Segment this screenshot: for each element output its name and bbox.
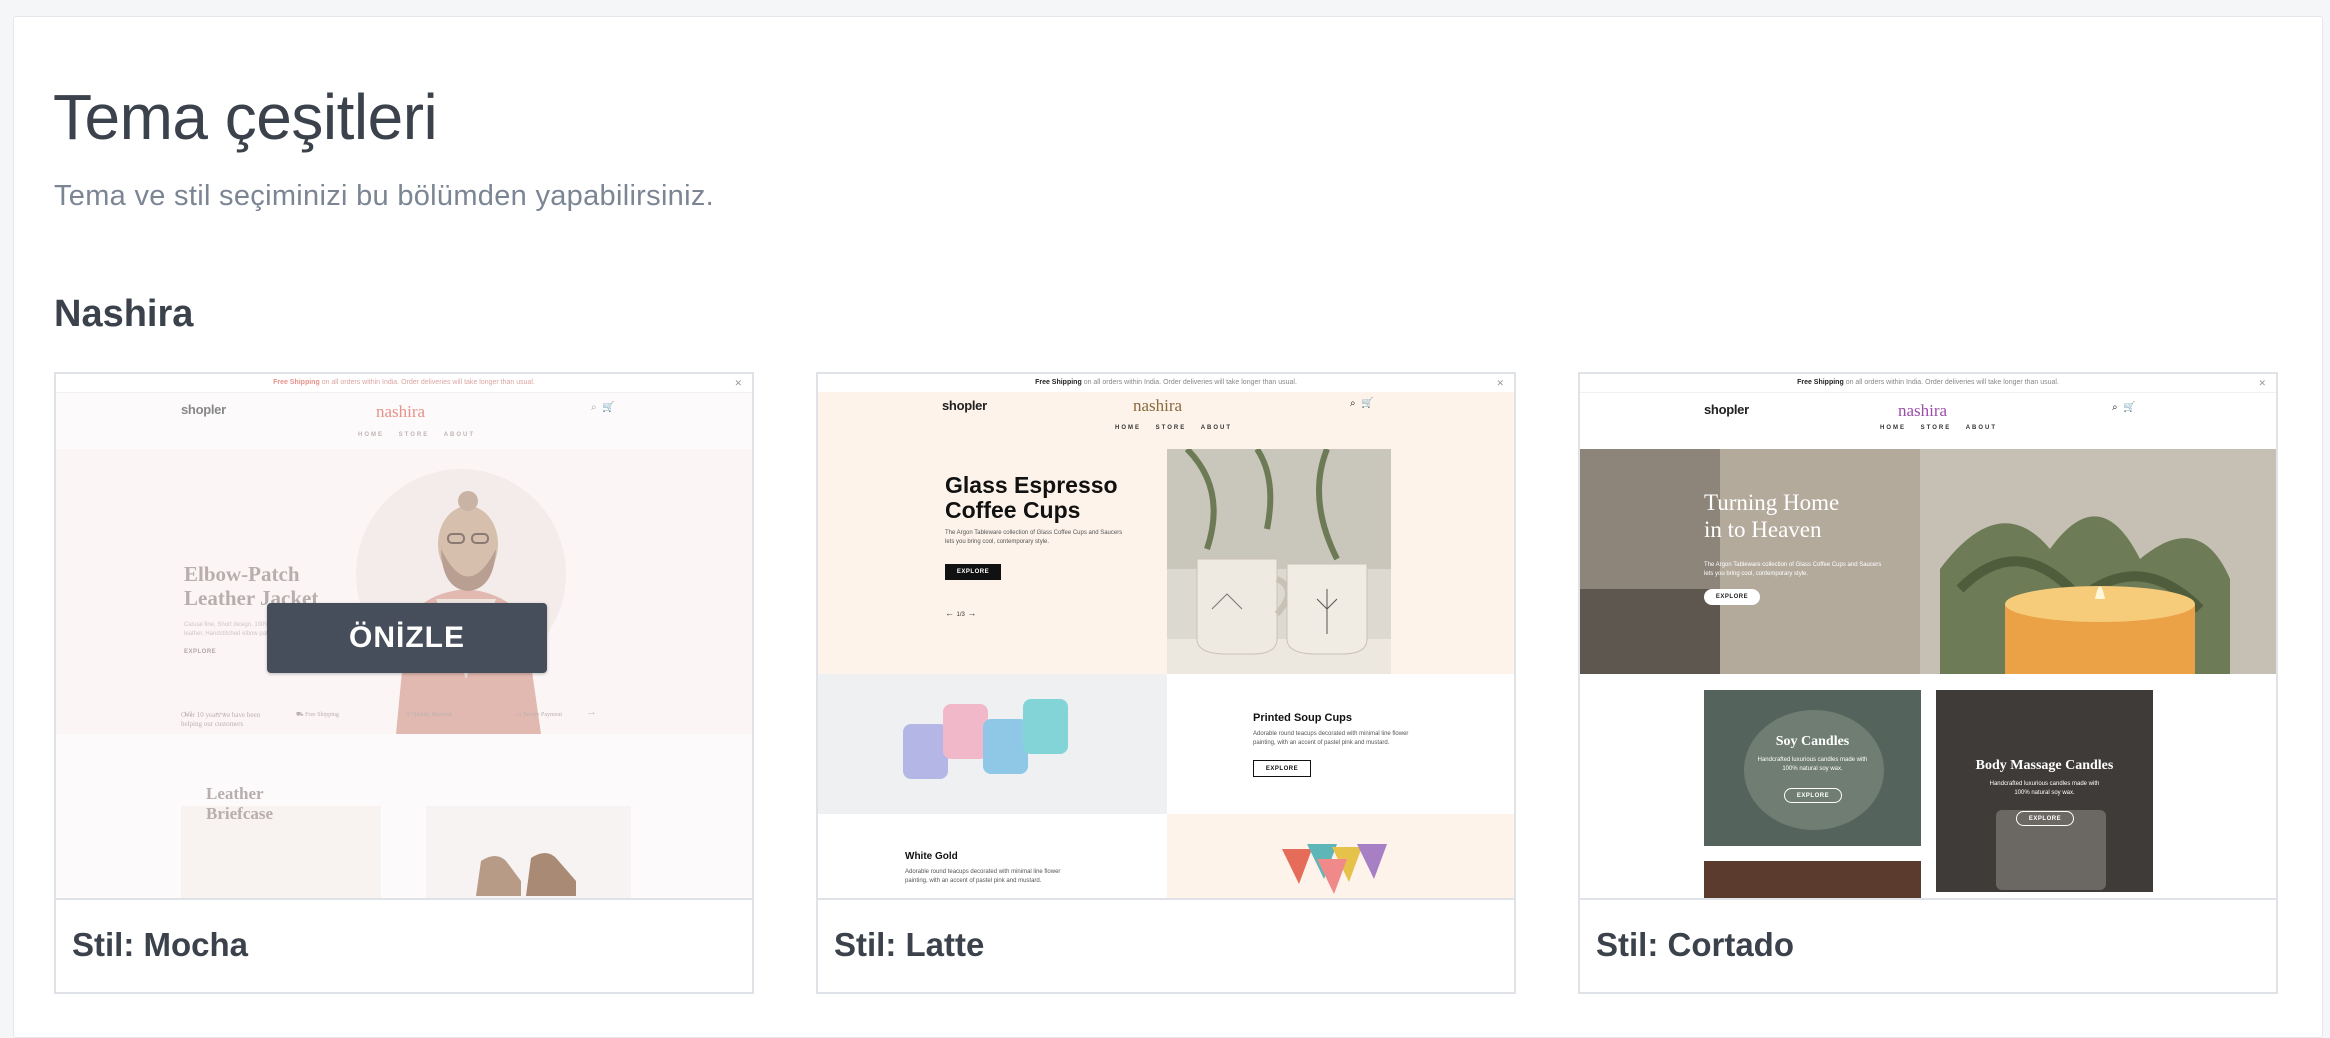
product-title-line2: Briefcase <box>206 804 274 823</box>
shop-logo: shopler <box>942 398 987 413</box>
body-massage-candles-tile: Body Massage Candles Handcrafted luxurio… <box>1936 690 2153 892</box>
announcement-highlight: Free Shipping <box>1035 379 1082 386</box>
hero-explore-link: EXPLORE <box>184 649 217 655</box>
search-cart-icons: ⌕ 🛒 <box>2112 402 2136 413</box>
hero-title-line1: Glass Espresso <box>945 472 1118 498</box>
page-title: Tema çeşitleri <box>53 81 438 153</box>
hero-banner: Glass Espresso Coffee Cups The Argon Tab… <box>818 449 1514 674</box>
nav-home: HOME <box>1880 425 1906 431</box>
hero-banner: Turning Home in to Heaven The Argon Tabl… <box>1580 449 2276 674</box>
hero-title-line1: Turning Home <box>1704 490 1840 515</box>
hero-title-line2: in to Heaven <box>1704 517 1822 542</box>
theme-card-latte[interactable]: Free Shipping on all orders within India… <box>816 372 1516 994</box>
feature-quality: ⚲ Quality Material <box>406 712 452 718</box>
shop-nav: HOME STORE ABOUT <box>1115 425 1232 431</box>
product-title-line1: Leather <box>206 784 264 803</box>
shop-logo: shopler <box>1704 402 1749 417</box>
nav-about: ABOUT <box>1965 425 1998 431</box>
shop-brand: nashira <box>1133 396 1183 415</box>
style-label: Stil: Latte <box>834 926 985 963</box>
nav-home: HOME <box>1115 425 1141 431</box>
nav-store: STORE <box>1920 425 1952 431</box>
announcement-bar: Free Shipping on all orders within India… <box>1580 374 2276 393</box>
feature-payment-label: Secure Payment <box>523 712 562 718</box>
arrow-right-icon: → <box>586 706 597 718</box>
hero-text: The Argon Tableware collection of Glass … <box>945 530 1123 545</box>
announcement-highlight: Free Shipping <box>1797 379 1844 386</box>
nav-store: STORE <box>1155 425 1187 431</box>
tile-1-title: Soy Candles <box>1775 734 1850 749</box>
theme-preview-mocha[interactable]: Free Shipping on all orders within India… <box>56 374 752 898</box>
candle-tile-3 <box>1704 861 1921 898</box>
shop-nav: HOME STORE ABOUT <box>358 432 475 438</box>
announcement-bar: Free Shipping on all orders within India… <box>56 374 752 393</box>
hero-explore-button: EXPLORE <box>1704 589 1760 605</box>
card-footer: Stil: Cortado <box>1580 898 2276 992</box>
announcement-bar: Free Shipping on all orders within India… <box>818 374 1514 393</box>
slide-counter: 1/3 <box>956 612 965 618</box>
announcement-highlight: Free Shipping <box>273 379 320 386</box>
announcement-text: on all orders within India. Order delive… <box>1845 379 2059 386</box>
product-3-title: White Gold <box>905 851 958 862</box>
style-label: Stil: Mocha <box>72 926 249 963</box>
product-white-gold: White Gold Adorable round teacups decora… <box>818 814 1167 898</box>
theme-card-mocha[interactable]: Free Shipping on all orders within India… <box>54 372 754 994</box>
product-card-shoes <box>426 806 631 898</box>
card-footer: Stil: Mocha <box>56 898 752 992</box>
product-2-title: Printed Soup Cups <box>1253 712 1352 724</box>
soy-candles-tile: Soy Candles Handcrafted luxurious candle… <box>1704 690 1921 846</box>
tile-2-text: Handcrafted luxurious candles made with … <box>1989 781 2100 796</box>
product-2-text: Adorable round teacups decorated with mi… <box>1253 731 1409 746</box>
feature-payment: ▭ Secure Payment <box>516 712 562 718</box>
tile-1-explore-button: EXPLORE <box>1784 788 1842 803</box>
announcement-text: on all orders within India. Order delive… <box>321 379 535 386</box>
espresso-cups-image <box>1167 449 1391 674</box>
hero-text: The Argon Tableware collection of Glass … <box>1704 562 1882 577</box>
product-3-text: Adorable round teacups decorated with mi… <box>905 869 1061 884</box>
candle-hero-image <box>1580 449 2276 674</box>
nav-about: ABOUT <box>443 432 476 438</box>
shop-brand: nashira <box>376 402 426 421</box>
hero-banner: Elbow-Patch Leather Jacket Casual fine, … <box>56 449 752 734</box>
tile-2-title: Body Massage Candles <box>1975 758 2114 773</box>
preview-button[interactable]: ÖNİZLE <box>267 603 547 673</box>
hero-title: Glass Espresso Coffee Cups <box>945 473 1118 523</box>
shop-nav: HOME STORE ABOUT <box>1880 425 1997 431</box>
theme-preview-latte[interactable]: Free Shipping on all orders within India… <box>818 374 1514 898</box>
shoes-image <box>476 853 576 896</box>
nav-about: ABOUT <box>1200 425 1233 431</box>
shop-brand: nashira <box>1898 401 1948 420</box>
feature-shipping-label: Free Shipping <box>305 712 339 718</box>
close-icon: ✕ <box>1496 378 1504 388</box>
product-title: Leather Briefcase <box>206 784 273 824</box>
theme-preview-cortado[interactable]: Free Shipping on all orders within India… <box>1580 374 2276 898</box>
shop-logo: shopler <box>181 402 226 417</box>
feature-shipping: ⛟ Free Shipping <box>296 712 339 718</box>
colorful-cups-image <box>1167 814 1514 898</box>
close-icon: ✕ <box>2258 378 2266 388</box>
search-cart-icons: ⌕ 🛒 <box>591 402 615 413</box>
product-soup-cups: Printed Soup Cups Adorable round teacups… <box>1167 674 1514 814</box>
nav-home: HOME <box>358 432 384 438</box>
hero-title-line2: Coffee Cups <box>945 497 1081 523</box>
page-subtitle: Tema ve stil seçiminizi bu bölümden yapa… <box>54 180 715 212</box>
hero-explore-button: EXPLORE <box>945 564 1001 580</box>
announcement-text: on all orders within India. Order delive… <box>1083 379 1297 386</box>
hero-title-line1: Elbow-Patch <box>184 562 300 586</box>
product-2-explore-button: EXPLORE <box>1253 760 1311 777</box>
search-cart-icons: ⌕ 🛒 <box>1350 398 1374 409</box>
slide-nav: ← 1/3 → <box>945 608 977 619</box>
tile-1-text: Handcrafted luxurious candles made with … <box>1757 757 1868 772</box>
mugs-image <box>818 674 1167 814</box>
close-icon: ✕ <box>734 378 742 388</box>
features-intro: Over 10 years we have been helping our c… <box>181 711 261 728</box>
nav-store: STORE <box>398 432 430 438</box>
style-label: Stil: Cortado <box>1596 926 1794 963</box>
feature-quality-label: Quality Material <box>411 712 452 718</box>
section-title: Nashira <box>54 293 194 335</box>
hero-title: Turning Home in to Heaven <box>1704 489 1839 543</box>
card-footer: Stil: Latte <box>818 898 1514 992</box>
theme-card-cortado[interactable]: Free Shipping on all orders within India… <box>1578 372 2278 994</box>
tile-2-explore-button: EXPLORE <box>2016 811 2074 826</box>
